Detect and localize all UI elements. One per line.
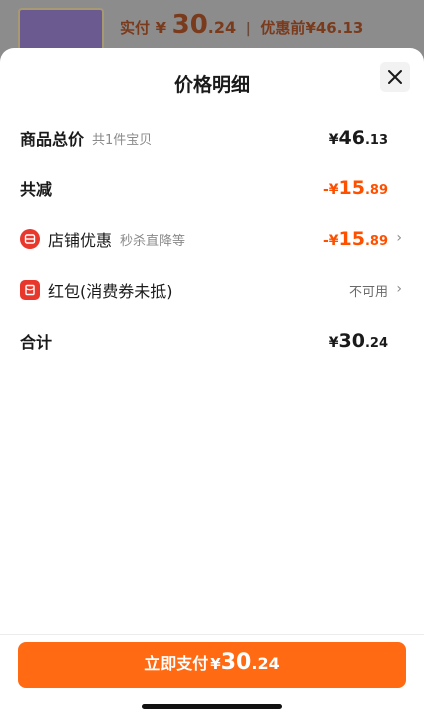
row-sum: 合计 ¥30.24 (20, 327, 388, 355)
sum-label: 合计 (20, 333, 53, 352)
red-packet-icon (20, 280, 40, 300)
row-store-discount[interactable]: 店铺优惠 秒杀直降等 -¥ 15.89 (20, 225, 388, 253)
reduction-label: 共减 (20, 180, 53, 199)
row-red-packet[interactable]: 红包(消费券未抵) 不可用 (20, 276, 388, 304)
reduction-amount: -¥ 15.89 (323, 177, 388, 199)
chevron-right-icon[interactable]: › (396, 281, 402, 297)
goods-total-label: 商品总价 (20, 130, 85, 149)
row-goods-total: 商品总价 共1件宝贝 ¥46.13 (20, 124, 388, 152)
store-discount-amount: -¥ 15.89 (323, 228, 388, 250)
before-label: 优惠前 (260, 19, 306, 37)
close-button[interactable] (380, 62, 410, 92)
store-discount-dec: .89 (364, 234, 388, 249)
goods-count: 共1件宝贝 (92, 132, 153, 148)
sum-amount: ¥30.24 (329, 330, 388, 352)
goods-total-symbol: ¥ (328, 132, 339, 148)
pay-now-button[interactable]: 立即支付 ¥30.24 (18, 642, 406, 688)
paid-label: 实付 (120, 19, 151, 37)
close-icon (388, 70, 402, 84)
store-discount-label: 店铺优惠 (48, 231, 113, 250)
goods-total-dec: .13 (364, 133, 388, 148)
sheet-title: 价格明细 (173, 74, 250, 96)
goods-total-int: 46 (338, 127, 365, 149)
pay-int: 30 (220, 650, 252, 675)
background-price: 实付 ¥ 30.24 | 优惠前¥46.13 (120, 10, 363, 40)
sum-dec: .24 (364, 336, 388, 351)
store-coupon-icon (20, 229, 40, 249)
reduction-symbol: -¥ (322, 182, 339, 198)
paid-int: 30 (171, 10, 208, 40)
sum-int: 30 (338, 330, 365, 352)
home-indicator[interactable] (142, 704, 282, 709)
pay-symbol: ¥ (210, 655, 221, 673)
store-discount-symbol: -¥ (322, 233, 339, 249)
price-detail-sheet: 价格明细 商品总价 共1件宝贝 ¥46.13 共减 -¥ 15.89 店铺优惠 秒… (0, 48, 424, 720)
footer-divider (0, 634, 424, 635)
pay-label: 立即支付 (144, 654, 209, 673)
row-reduction: 共减 -¥ 15.89 (20, 174, 388, 202)
paid-dec: .24 (207, 18, 237, 37)
red-packet-label: 红包(消费券未抵) (48, 282, 173, 301)
reduction-int: 15 (338, 177, 365, 199)
store-discount-sub: 秒杀直降等 (120, 233, 186, 249)
reduction-dec: .89 (364, 183, 388, 198)
before-amount: ¥46.13 (305, 19, 364, 37)
chevron-right-icon[interactable]: › (396, 230, 402, 246)
sum-symbol: ¥ (328, 335, 339, 351)
store-discount-int: 15 (338, 228, 365, 250)
red-packet-status-wrap: 不可用 (349, 281, 388, 300)
pay-dec: .24 (251, 654, 280, 673)
paid-symbol: ¥ (155, 19, 167, 37)
red-packet-status: 不可用 (348, 284, 388, 300)
price-separator: | (245, 21, 251, 37)
product-thumbnail (18, 8, 104, 52)
goods-total-amount: ¥46.13 (329, 127, 388, 149)
